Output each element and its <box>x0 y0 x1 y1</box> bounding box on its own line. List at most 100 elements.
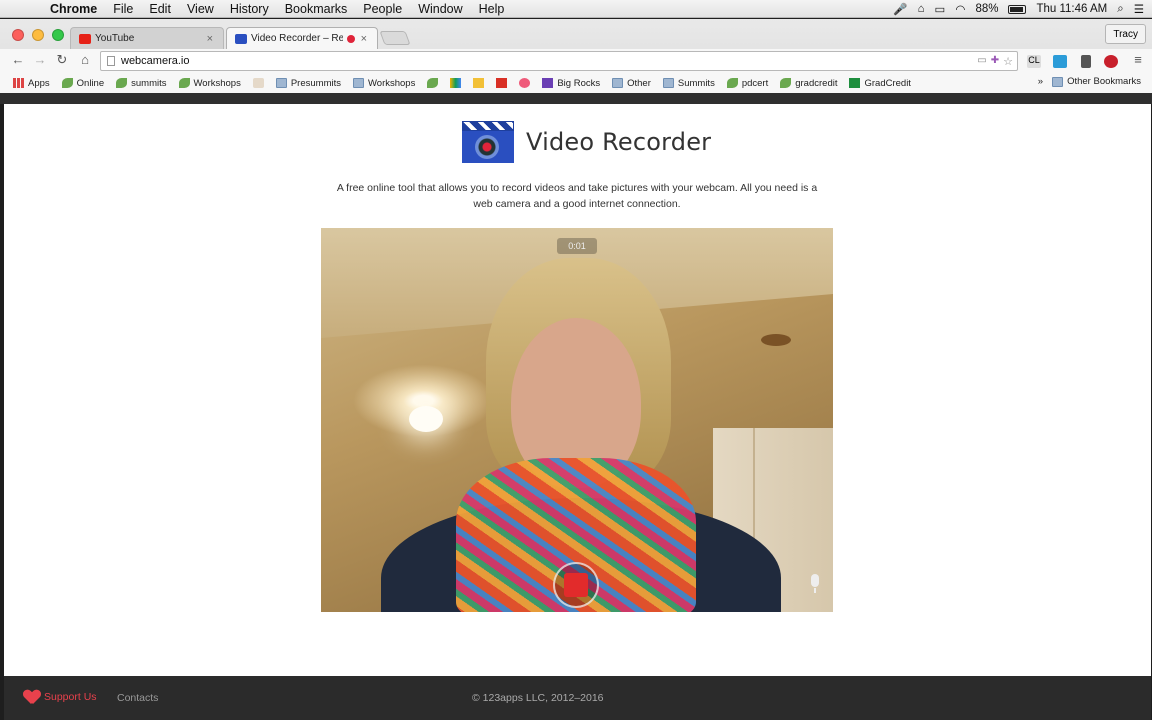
forward-arrow-icon[interactable]: → <box>32 52 48 67</box>
more-bookmarks-chevron-icon[interactable]: » <box>1038 76 1043 87</box>
extension-icon <box>519 78 531 88</box>
tab-close-icon[interactable]: × <box>207 33 213 45</box>
page-title: Video Recorder <box>526 128 712 156</box>
stop-recording-button[interactable] <box>553 562 599 608</box>
bookmark-ext-pink[interactable] <box>516 78 533 88</box>
home-icon[interactable]: ⌂ <box>918 3 925 15</box>
bookmark-gradcredit[interactable]: gradcredit <box>777 78 840 89</box>
support-us-link[interactable]: Support Us <box>24 690 97 704</box>
back-arrow-icon[interactable]: ← <box>10 52 26 67</box>
page-icon <box>107 56 115 66</box>
bookmark-workshops-folder[interactable]: Workshops <box>350 78 418 89</box>
spotlight-search-icon[interactable]: ⌕ <box>1117 3 1123 16</box>
bookmark-summits-folder[interactable]: Summits <box>660 78 718 89</box>
browser-toolbar: ← → ↻ ⌂ webcamera.io ▭ ✚ ☆ CL ≡ <box>0 49 1152 73</box>
adblock-extension-icon[interactable] <box>1104 55 1118 68</box>
bookmark-ext-red[interactable] <box>493 78 510 88</box>
video-recorder-logo-icon[interactable] <box>462 121 514 163</box>
copyright-text: © 123apps LLC, 2012–2016 <box>472 692 604 704</box>
heart-icon <box>24 690 40 704</box>
bookmark-ext-yellow[interactable] <box>470 78 487 88</box>
support-us-label: Support Us <box>44 691 97 703</box>
bookmark-label: summits <box>131 77 167 89</box>
bookmark-summits[interactable]: summits <box>113 78 169 89</box>
webcam-video-preview[interactable]: 0:01 <box>321 228 833 612</box>
profile-button[interactable]: Tracy <box>1105 24 1146 44</box>
address-bar-url: webcamera.io <box>121 55 190 67</box>
folder-icon <box>612 78 624 88</box>
close-window-button[interactable] <box>12 29 24 41</box>
tab-close-icon[interactable]: × <box>361 33 367 45</box>
eyedropper-extension-icon[interactable] <box>1081 55 1091 68</box>
bookmark-drive[interactable] <box>447 78 464 88</box>
bookmark-label: Workshops <box>368 77 416 89</box>
site-header: Video Recorder <box>462 121 711 163</box>
tab-youtube[interactable]: YouTube × <box>70 27 224 49</box>
reload-icon[interactable]: ↻ <box>54 52 70 68</box>
bookmark-apps[interactable]: Apps <box>10 78 53 89</box>
clock[interactable]: Thu 11:46 AM <box>1036 3 1107 15</box>
minimize-window-button[interactable] <box>32 29 44 41</box>
menu-file[interactable]: File <box>105 2 141 16</box>
bookmark-label: Summits <box>677 77 715 89</box>
tab-video-recorder[interactable]: Video Recorder – Reco × <box>226 27 378 49</box>
camera-in-use-icon[interactable]: ▭ <box>977 55 986 68</box>
leaf-icon <box>427 78 439 88</box>
bookmark-gradcredit-sheet[interactable]: GradCredit <box>846 78 913 89</box>
bookmark-label: Apps <box>28 77 50 89</box>
menu-edit[interactable]: Edit <box>141 2 179 16</box>
menu-window[interactable]: Window <box>410 2 470 16</box>
menu-people[interactable]: People <box>355 2 410 16</box>
drive-icon <box>450 78 462 88</box>
menu-history[interactable]: History <box>222 2 277 16</box>
bookmark-pdcert[interactable]: pdcert <box>724 78 771 89</box>
folder-icon <box>275 78 287 88</box>
bookmark-star-icon[interactable]: ☆ <box>1003 55 1013 68</box>
wifi-icon[interactable]: ◠ <box>955 2 965 16</box>
bookmark-presummits[interactable]: Presummits <box>273 78 344 89</box>
bookmark-workshops[interactable]: Workshops <box>176 78 244 89</box>
recording-indicator-icon <box>346 34 355 43</box>
microphone-toggle-icon[interactable] <box>809 574 821 594</box>
menu-bookmarks[interactable]: Bookmarks <box>277 2 356 16</box>
airplay-icon[interactable]: ▭ <box>935 2 946 16</box>
stop-square-icon <box>564 573 588 597</box>
folder-icon <box>1052 76 1064 87</box>
battery-icon[interactable] <box>1008 4 1027 14</box>
contacts-link[interactable]: Contacts <box>117 692 158 704</box>
bookmark-leaf[interactable] <box>424 78 441 88</box>
leaf-icon <box>116 78 128 88</box>
leaf-icon <box>61 78 73 88</box>
zoom-window-button[interactable] <box>52 29 64 41</box>
video-recorder-favicon-icon <box>235 33 247 44</box>
address-bar[interactable]: webcamera.io ▭ ✚ ☆ <box>100 51 1018 71</box>
menu-help[interactable]: Help <box>471 2 513 16</box>
microphone-icon[interactable]: 🎤 <box>893 2 907 16</box>
bookmark-online[interactable]: Online <box>59 78 107 89</box>
notification-center-icon[interactable]: ☰ <box>1134 2 1144 16</box>
home-button-icon[interactable]: ⌂ <box>77 52 93 67</box>
bookmarks-bar: Apps Online summits Workshops Presummits… <box>0 73 1152 93</box>
extension-puzzle-icon[interactable]: ✚ <box>991 55 999 68</box>
folder-icon <box>353 78 364 88</box>
extension-icon <box>496 78 508 88</box>
bookmark-big-rocks[interactable]: Big Rocks <box>539 78 603 89</box>
tab-title: Video Recorder – Reco <box>251 33 343 44</box>
bookmark-feather[interactable] <box>250 78 267 88</box>
other-bookmarks-folder[interactable]: Other Bookmarks <box>1049 76 1144 87</box>
new-tab-button[interactable] <box>379 31 411 45</box>
cl-extension-icon[interactable]: CL <box>1027 55 1041 68</box>
menu-view[interactable]: View <box>179 2 222 16</box>
page-content: Video Recorder A free online tool that a… <box>4 104 1151 676</box>
bookmark-other[interactable]: Other <box>609 78 654 89</box>
bookmark-label: Big Rocks <box>557 77 601 89</box>
chrome-menu-icon[interactable]: ≡ <box>1130 52 1146 67</box>
leaf-icon <box>178 78 190 88</box>
book-icon <box>542 78 554 88</box>
leaf-icon <box>780 78 792 88</box>
s-extension-icon[interactable] <box>1053 55 1067 68</box>
site-footer: Support Us Contacts © 123apps LLC, 2012–… <box>4 676 1151 720</box>
browser-chrome: YouTube × Video Recorder – Reco × Tracy … <box>0 19 1152 93</box>
folder-icon <box>662 78 674 88</box>
menu-app-name[interactable]: Chrome <box>42 2 105 16</box>
